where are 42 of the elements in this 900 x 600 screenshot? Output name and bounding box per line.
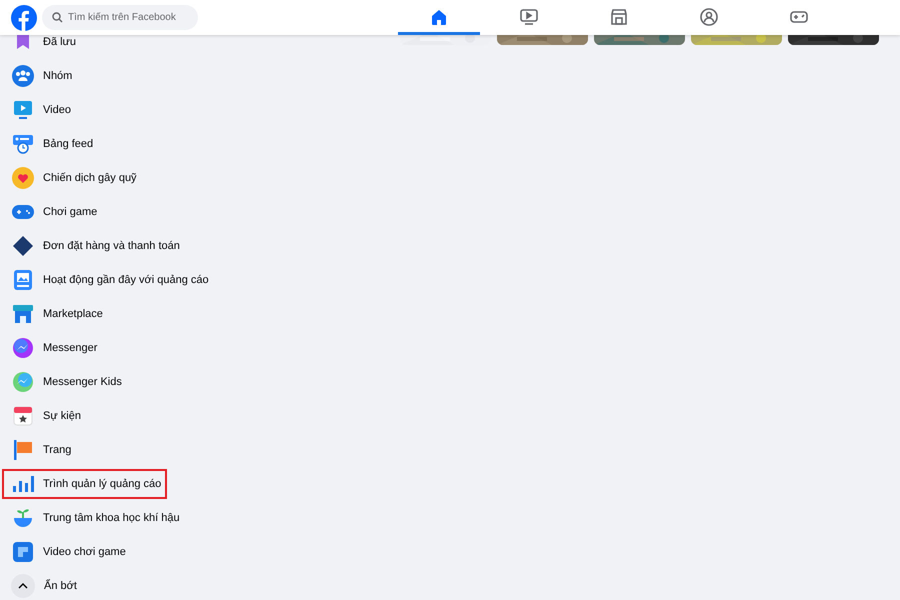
bar-chart-icon (12, 473, 34, 495)
home-icon (430, 8, 448, 26)
sidebar-item[interactable]: Messenger Kids (43, 376, 122, 388)
sidebar-item[interactable]: Messenger (43, 342, 98, 354)
sprout-globe-icon (12, 507, 34, 529)
video-icon (519, 8, 539, 26)
sidebar-item[interactable]: Sự kiện (43, 410, 81, 422)
people-icon (700, 8, 718, 26)
sidebar-item[interactable]: Video chơi game (43, 546, 126, 558)
search-icon (52, 12, 63, 23)
sidebar-item[interactable]: Nhóm (43, 70, 72, 82)
search-field[interactable]: Tìm kiếm trên Facebook (42, 5, 198, 30)
messenger-kids-icon (12, 371, 34, 393)
shop-icon (610, 8, 628, 26)
sidebar-item[interactable]: Marketplace (43, 308, 103, 320)
sidebar-item[interactable]: Đã lưu (43, 36, 76, 48)
gamepad-icon (789, 8, 809, 26)
card-icon (12, 235, 34, 257)
collapse-button[interactable] (11, 574, 35, 598)
sidebar-item[interactable]: Chơi game (43, 206, 98, 218)
collapse-label[interactable]: Ẩn bớt (44, 580, 77, 592)
group-icon (12, 65, 34, 87)
game-video-icon (12, 541, 34, 563)
sidebar-item[interactable]: Trình quản lý quảng cáo (43, 478, 162, 490)
sidebar-item[interactable]: Hoạt động gần đây với quảng cáo (43, 274, 209, 286)
flag-icon (12, 439, 34, 461)
feed-clock-icon (12, 133, 34, 155)
sidebar-item[interactable]: Chiến dịch gây quỹ (43, 172, 137, 184)
bookmark-icon (17, 35, 29, 49)
calendar-icon (12, 405, 34, 427)
sidebar-item[interactable]: Bảng feed (43, 138, 94, 150)
video-screen-icon (12, 99, 34, 121)
messenger-icon (12, 337, 34, 359)
sidebar-item[interactable]: Đơn đặt hàng và thanh toán (43, 240, 180, 252)
sidebar-item[interactable]: Video (43, 104, 71, 116)
sidebar-item[interactable]: Trang (43, 444, 72, 456)
shop-icon (12, 303, 34, 325)
ad-activity-icon (12, 269, 34, 291)
sidebar-item[interactable]: Trung tâm khoa học khí hậu (43, 512, 180, 524)
facebook-logo[interactable] (11, 4, 37, 30)
chevron-up-icon (18, 583, 28, 589)
gamepad-icon (12, 205, 34, 219)
